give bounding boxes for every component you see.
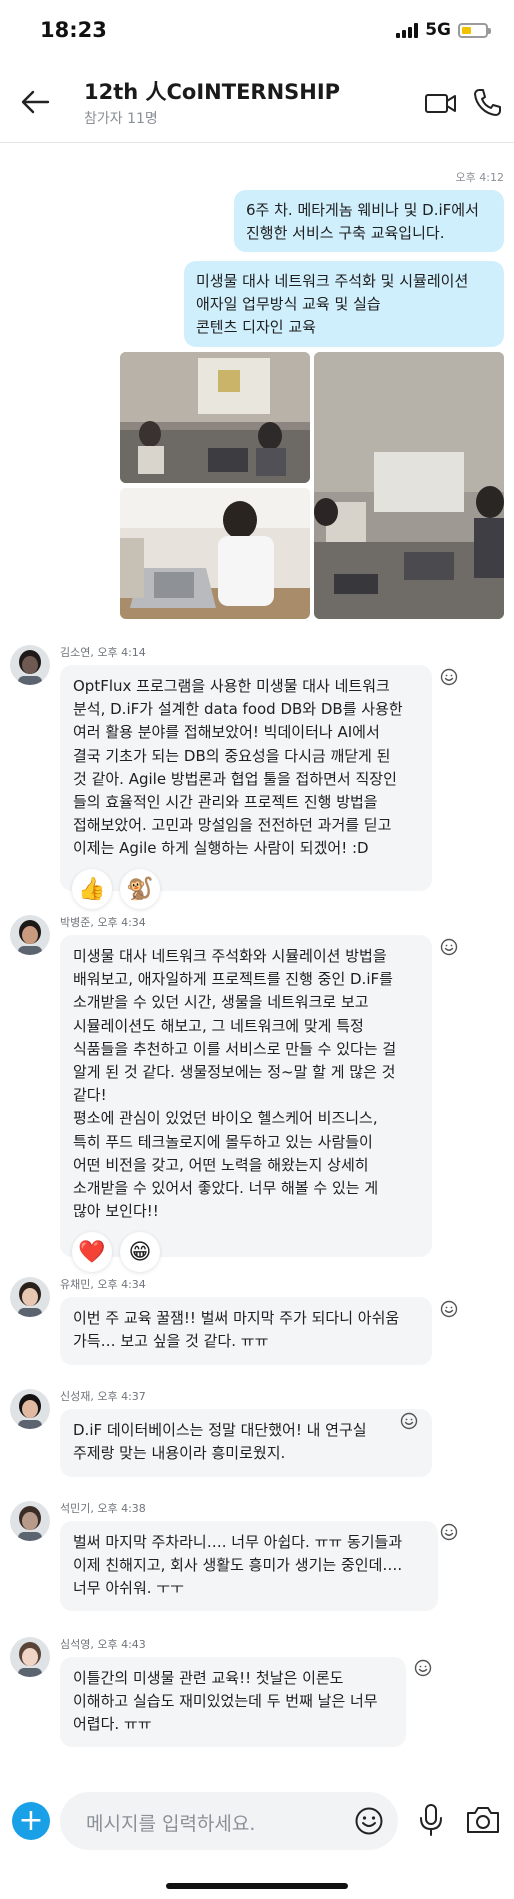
microphone-icon [420, 1804, 442, 1836]
add-reaction-button[interactable] [399, 1411, 419, 1431]
sender-name-time: 석민기, 오후 4:38 [60, 1502, 146, 1515]
status-time: 18:23 [40, 18, 107, 42]
message-input-placeholder: 메시지를 입력하세요. [86, 1813, 256, 1835]
phone-icon [474, 89, 501, 116]
avatar[interactable] [10, 1501, 50, 1541]
add-reaction-button[interactable] [439, 937, 459, 957]
smiley-icon [440, 1300, 458, 1318]
chat-title[interactable]: 12th 人CoINTERNSHIP [84, 76, 340, 106]
smiley-icon [400, 1412, 418, 1430]
reaction-chip[interactable]: 😁 [120, 1232, 160, 1272]
avatar[interactable] [10, 915, 50, 955]
home-indicator [166, 1883, 348, 1889]
message-text: D.iF 데이터베이스는 정말 대단했어! 내 연구실 주제랑 맞는 내용이라 … [73, 1421, 367, 1463]
reaction-chip[interactable]: 🐒 [120, 869, 160, 909]
incoming-message-bubble[interactable]: 미생물 대사 네트워크 주석화와 시뮬레이션 방법을 배워보고, 애자일하게 프… [60, 935, 432, 1257]
shared-photo-classroom[interactable] [314, 352, 504, 619]
message-time: 오후 4:12 [455, 171, 504, 184]
message-input[interactable]: 메시지를 입력하세요. [60, 1792, 398, 1850]
incoming-message-bubble[interactable]: D.iF 데이터베이스는 정말 대단했어! 내 연구실 주제랑 맞는 내용이라 … [60, 1409, 432, 1477]
add-reaction-button[interactable] [439, 1299, 459, 1319]
add-reaction-button[interactable] [413, 1658, 433, 1678]
message-text: 미생물 대사 네트워크 주석화와 시뮬레이션 방법을 배워보고, 애자일하게 프… [73, 947, 397, 1221]
incoming-message-bubble[interactable]: 이번 주 교육 꿀잼!! 벌써 마지막 주가 되다니 아쉬움 가득… 보고 싶을… [60, 1297, 432, 1365]
outgoing-message-bubble[interactable]: 6주 차. 메타게놈 웨비나 및 D.iF에서 진행한 서비스 구축 교육입니다… [234, 190, 504, 252]
avatar[interactable] [10, 1637, 50, 1677]
incoming-message-bubble[interactable]: 벌써 마지막 주차라니…. 너무 아쉽다. ㅠㅠ 동기들과 이제 친해지고, 회… [60, 1521, 438, 1611]
add-reaction-button[interactable] [439, 1522, 459, 1542]
reaction-chip[interactable]: 👍 [72, 869, 112, 909]
smiley-icon [440, 1523, 458, 1541]
sender-name-time: 유채민, 오후 4:34 [60, 1278, 146, 1291]
emoji-button[interactable] [354, 1806, 384, 1836]
shared-photo-lecture[interactable] [120, 352, 310, 483]
avatar[interactable] [10, 1277, 50, 1317]
avatar[interactable] [10, 1389, 50, 1429]
message-text: 이번 주 교육 꿀잼!! 벌써 마지막 주가 되다니 아쉬움 가득… 보고 싶을… [73, 1309, 400, 1351]
avatar[interactable] [10, 645, 50, 685]
sender-name-time: 심석영, 오후 4:43 [60, 1638, 146, 1651]
battery-icon [458, 22, 491, 38]
reaction-chip[interactable]: ❤️ [72, 1232, 112, 1272]
participant-count[interactable]: 참가자 11명 [84, 108, 158, 128]
smiley-icon [355, 1807, 383, 1835]
incoming-message-bubble[interactable]: 이틀간의 미생물 관련 교육!! 첫날은 이론도 이해하고 실습도 재미있었는데… [60, 1657, 406, 1747]
message-composer: + 메시지를 입력하세요. [0, 1780, 514, 1899]
sender-name-time: 김소연, 오후 4:14 [60, 646, 146, 659]
arrow-left-icon [21, 90, 50, 114]
network-label: 5G [425, 20, 451, 40]
add-attachment-button[interactable]: + [12, 1802, 50, 1840]
sender-name-time: 신성재, 오후 4:37 [60, 1390, 146, 1403]
back-button[interactable] [18, 82, 58, 122]
status-indicators: 5G [396, 20, 491, 40]
shared-photo-laptop[interactable] [120, 488, 310, 619]
microphone-button[interactable] [416, 1802, 446, 1838]
smiley-icon [440, 668, 458, 686]
video-call-button[interactable] [424, 86, 458, 120]
voice-call-button[interactable] [470, 86, 504, 120]
message-text: OptFlux 프로그램을 사용한 미생물 대사 네트워크 분석, D.iF가 … [73, 677, 403, 858]
outgoing-message-bubble[interactable]: 미생물 대사 네트워크 주석화 및 시뮬레이션 애자일 업무방식 교육 및 실습… [184, 261, 504, 347]
message-text: 미생물 대사 네트워크 주석화 및 시뮬레이션 애자일 업무방식 교육 및 실습… [196, 272, 469, 336]
video-camera-icon [425, 94, 456, 113]
add-reaction-button[interactable] [439, 667, 459, 687]
signal-icon [396, 22, 419, 38]
camera-button[interactable] [465, 1804, 501, 1836]
incoming-message-bubble[interactable]: OptFlux 프로그램을 사용한 미생물 대사 네트워크 분석, D.iF가 … [60, 665, 432, 891]
camera-icon [467, 1807, 499, 1833]
chat-header: 12th 人CoINTERNSHIP 참가자 11명 [0, 64, 514, 143]
smiley-icon [440, 938, 458, 956]
message-text: 이틀간의 미생물 관련 교육!! 첫날은 이론도 이해하고 실습도 재미있었는데… [73, 1669, 378, 1734]
message-text: 벌써 마지막 주차라니…. 너무 아쉽다. ㅠㅠ 동기들과 이제 친해지고, 회… [73, 1533, 403, 1598]
status-bar: 18:23 5G [0, 0, 514, 64]
message-text: 6주 차. 메타게놈 웨비나 및 D.iF에서 진행한 서비스 구축 교육입니다… [246, 201, 479, 242]
smiley-icon [414, 1659, 432, 1677]
sender-name-time: 박병준, 오후 4:34 [60, 916, 146, 929]
